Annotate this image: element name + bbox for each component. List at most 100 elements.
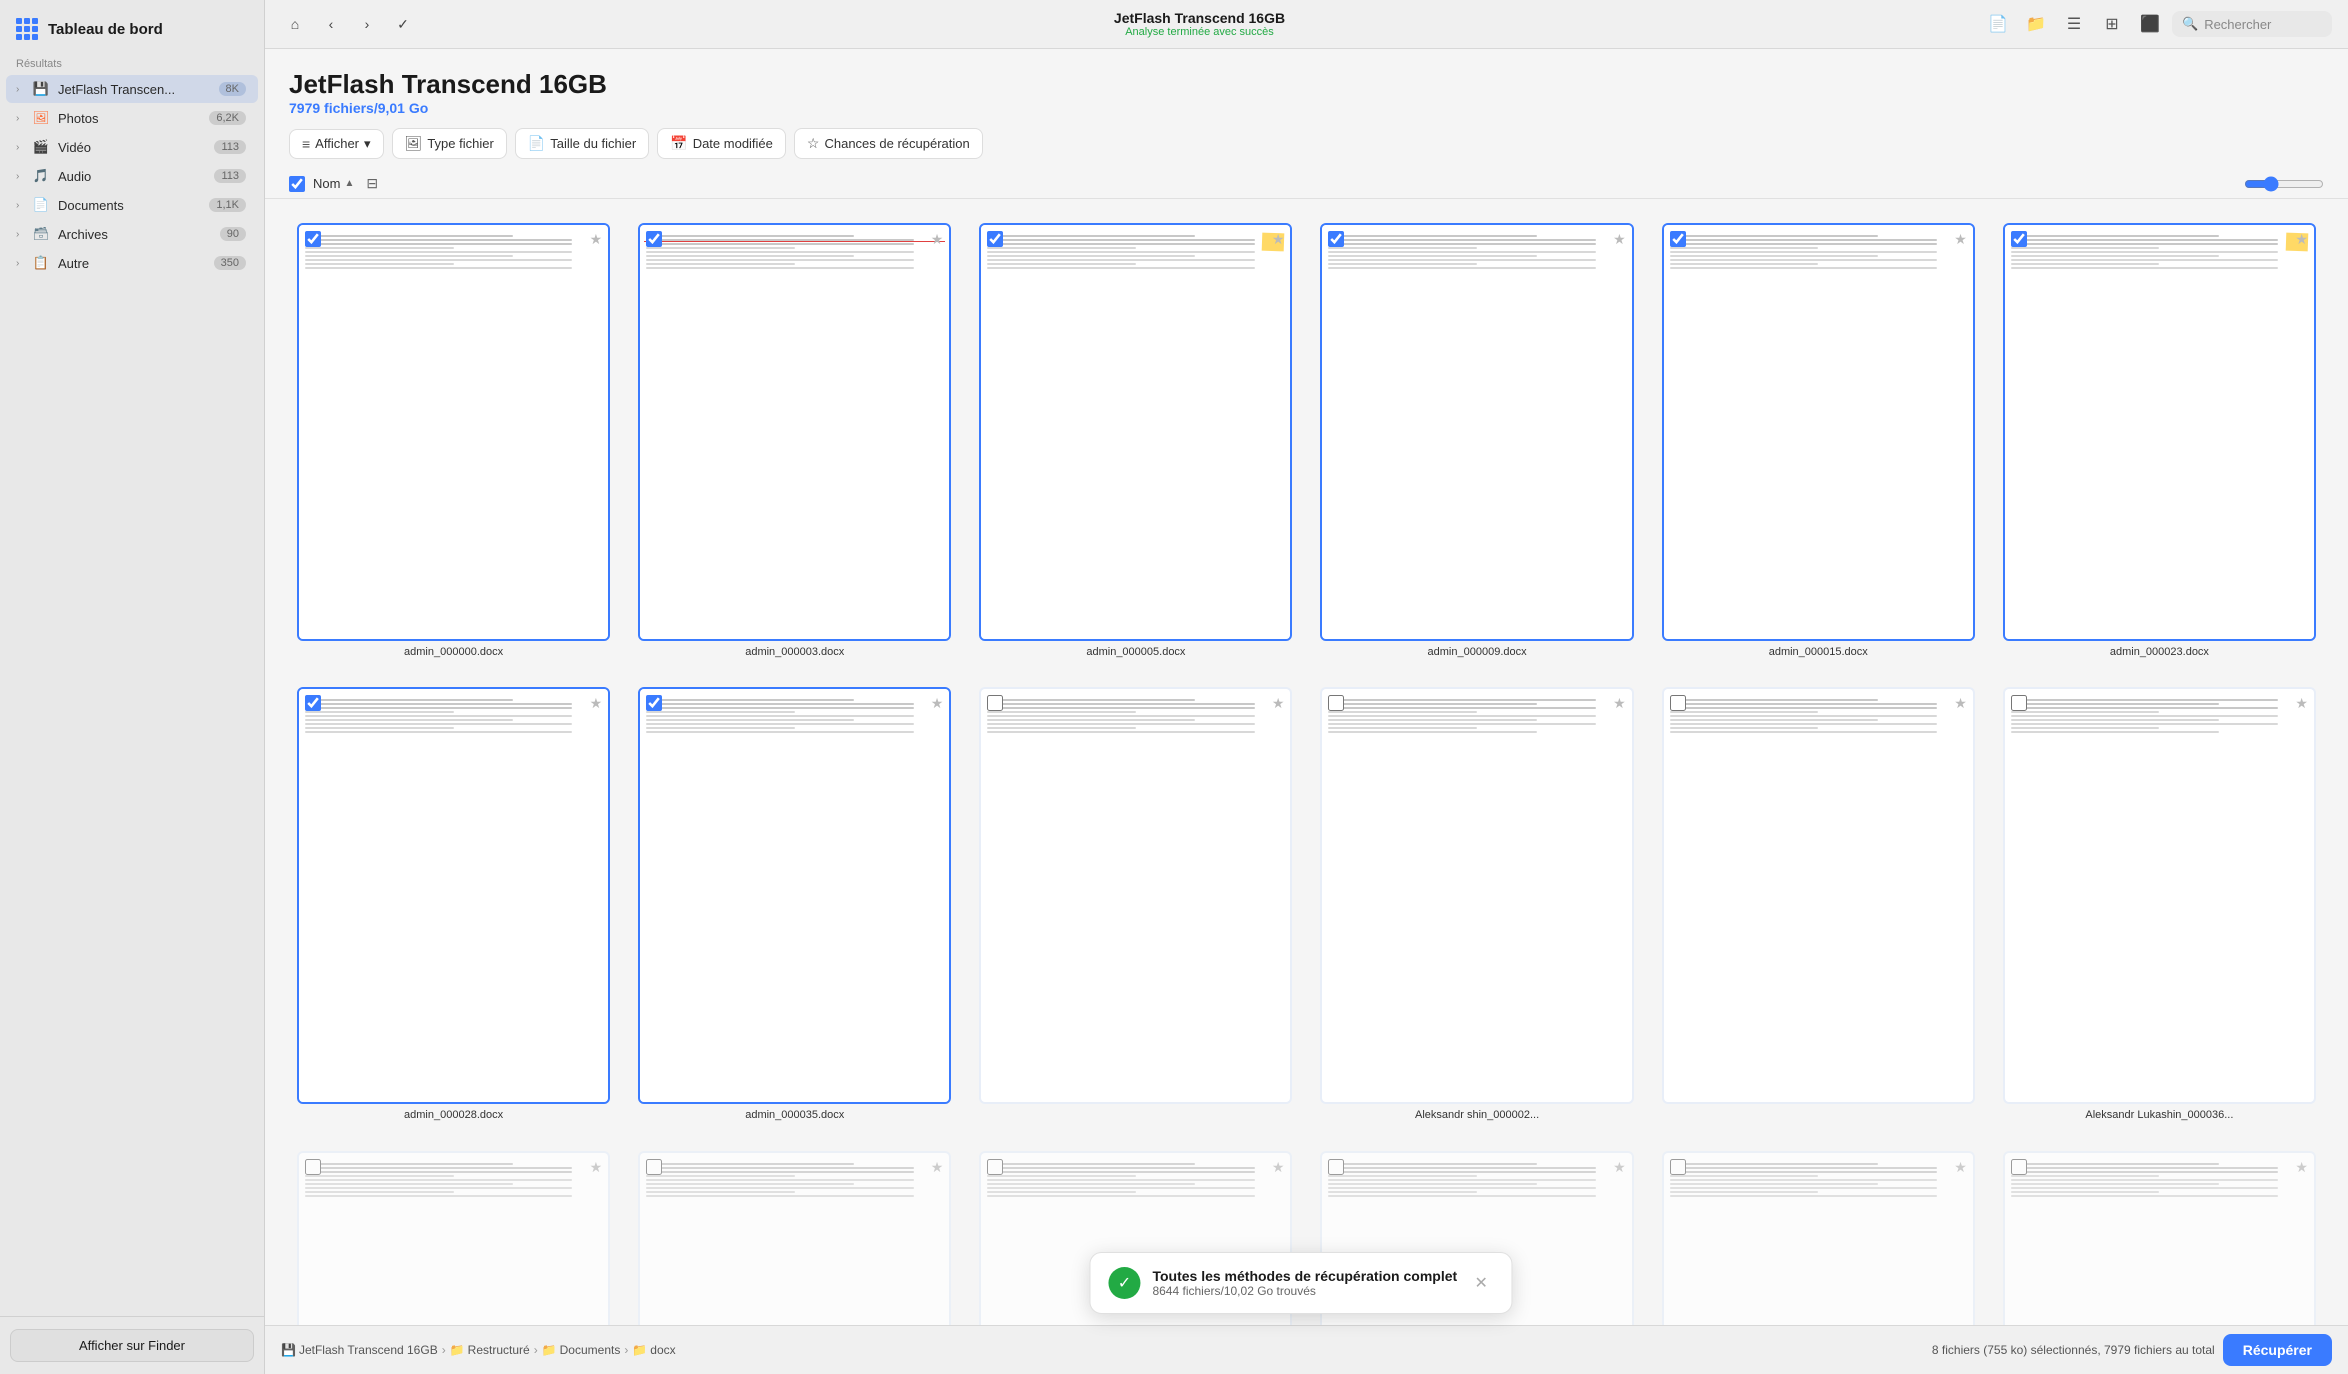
- breadcrumb-sep: ›: [442, 1343, 446, 1357]
- checkmark-button[interactable]: ✓: [389, 10, 417, 38]
- file-checkbox[interactable]: [1670, 1159, 1686, 1175]
- sort-options-icon[interactable]: ⊟: [366, 175, 378, 192]
- toast-close-button[interactable]: ✕: [1469, 1271, 1493, 1295]
- file-checkbox[interactable]: [1328, 695, 1344, 711]
- file-item[interactable]: ★: [1654, 679, 1983, 1131]
- file-checkbox[interactable]: [1328, 231, 1344, 247]
- file-star[interactable]: ★: [590, 231, 603, 248]
- file-star[interactable]: ★: [1613, 695, 1626, 712]
- sidebar-item-other[interactable]: › 📋 Autre 350: [6, 249, 258, 277]
- file-checkbox[interactable]: [1670, 231, 1686, 247]
- zoom-slider[interactable]: [2244, 176, 2324, 192]
- file-star[interactable]: ★: [2295, 695, 2308, 712]
- file-item[interactable]: ★: [289, 1143, 618, 1325]
- file-checkbox[interactable]: [987, 1159, 1003, 1175]
- folder-icon-button[interactable]: 📁: [2020, 8, 2052, 40]
- file-item[interactable]: ★admin_000035.docx: [630, 679, 959, 1131]
- sidebar-item-label: Audio: [58, 169, 210, 184]
- file-item[interactable]: ★Aleksandr Lukashin_000036...: [1995, 679, 2324, 1131]
- file-star[interactable]: ★: [2295, 231, 2308, 248]
- sidebar-item-archives[interactable]: › 🗃 Archives 90: [6, 220, 258, 248]
- file-item[interactable]: ★: [1995, 1143, 2324, 1325]
- file-star[interactable]: ★: [931, 695, 944, 712]
- file-item[interactable]: ★admin_000005.docx: [971, 215, 1300, 667]
- file-star[interactable]: ★: [1272, 695, 1285, 712]
- show-finder-button[interactable]: Afficher sur Finder: [10, 1329, 254, 1362]
- sidebar-toggle-button[interactable]: ⬛: [2134, 8, 2166, 40]
- sort-name-label[interactable]: Nom ▲: [313, 176, 354, 191]
- grid-view-button[interactable]: ⊞: [2096, 8, 2128, 40]
- file-item[interactable]: ★admin_000023.docx: [1995, 215, 2324, 667]
- file-item[interactable]: ★Aleksandr shin_000002...: [1312, 679, 1641, 1131]
- file-checkbox[interactable]: [646, 695, 662, 711]
- file-star[interactable]: ★: [1954, 231, 1967, 248]
- sidebar-item-photos[interactable]: › 🖼 Photos 6,2K: [6, 104, 258, 132]
- sidebar-item-count: 113: [214, 140, 246, 154]
- file-checkbox[interactable]: [305, 695, 321, 711]
- chevron-icon: ›: [16, 258, 30, 269]
- file-item[interactable]: ★: [630, 1143, 959, 1325]
- file-item[interactable]: ★admin_000000.docx: [289, 215, 618, 667]
- file-item[interactable]: ★↗admin_000028.docx: [289, 679, 618, 1131]
- file-item[interactable]: ★↗admin_000003.docx: [630, 215, 959, 667]
- file-checkbox[interactable]: [305, 231, 321, 247]
- file-checkbox[interactable]: [646, 231, 662, 247]
- breadcrumb-docx[interactable]: 📁 docx: [632, 1343, 675, 1357]
- file-star[interactable]: ★: [590, 1159, 603, 1176]
- recover-button[interactable]: Récupérer: [2223, 1334, 2332, 1366]
- sidebar-item-drive[interactable]: › 💾 JetFlash Transcen... 8K: [6, 75, 258, 103]
- type-fichier-button[interactable]: 🖼 Type fichier: [392, 128, 507, 159]
- file-star[interactable]: ★: [1954, 695, 1967, 712]
- file-checkbox[interactable]: [1670, 695, 1686, 711]
- breadcrumb-drive[interactable]: 💾 JetFlash Transcend 16GB: [281, 1343, 438, 1357]
- file-item[interactable]: ★: [971, 679, 1300, 1131]
- video-icon: 🎬: [30, 138, 52, 156]
- file-checkbox[interactable]: [305, 1159, 321, 1175]
- breadcrumb-restructure[interactable]: 📁 Restructuré: [450, 1343, 530, 1357]
- taille-fichier-button[interactable]: 📄 Taille du fichier: [515, 128, 649, 159]
- file-thumbnail-wrapper: ★: [2003, 1151, 2316, 1325]
- file-checkbox[interactable]: [987, 231, 1003, 247]
- forward-button[interactable]: ›: [353, 10, 381, 38]
- file-star[interactable]: ★: [931, 1159, 944, 1176]
- file-star[interactable]: ★: [590, 695, 603, 712]
- select-all-checkbox[interactable]: [289, 176, 305, 192]
- file-thumbnail-wrapper: ★: [2003, 687, 2316, 1105]
- breadcrumb-documents[interactable]: 📁 Documents: [542, 1343, 621, 1357]
- file-thumbnail-wrapper: ★: [297, 223, 610, 641]
- breadcrumb-sep3: ›: [624, 1343, 628, 1357]
- file-checkbox[interactable]: [646, 1159, 662, 1175]
- search-box[interactable]: 🔍 Rechercher: [2172, 11, 2332, 37]
- file-checkbox[interactable]: [1328, 1159, 1344, 1175]
- file-star[interactable]: ★: [1272, 1159, 1285, 1176]
- afficher-button[interactable]: ≡ Afficher ▾: [289, 129, 384, 159]
- sidebar-title: Tableau de bord: [48, 21, 163, 38]
- sidebar-item-video[interactable]: › 🎬 Vidéo 113: [6, 133, 258, 161]
- file-star[interactable]: ★: [2295, 1159, 2308, 1176]
- toast-text: Toutes les méthodes de récupération comp…: [1152, 1268, 1457, 1298]
- list-view-button[interactable]: ☰: [2058, 8, 2090, 40]
- file-checkbox[interactable]: [2011, 231, 2027, 247]
- file-checkbox[interactable]: [2011, 1159, 2027, 1175]
- file-star[interactable]: ★: [1954, 1159, 1967, 1176]
- file-star[interactable]: ★: [1272, 231, 1285, 248]
- toast-subtitle: 8644 fichiers/10,02 Go trouvés: [1152, 1284, 1457, 1298]
- sort-direction-icon: ▲: [344, 178, 354, 189]
- file-star[interactable]: ★: [931, 231, 944, 248]
- toast-title: Toutes les méthodes de récupération comp…: [1152, 1268, 1457, 1284]
- file-checkbox[interactable]: [2011, 695, 2027, 711]
- home-button[interactable]: ⌂: [281, 10, 309, 38]
- chevron-icon: ›: [16, 84, 30, 95]
- file-icon-button[interactable]: 📄: [1982, 8, 2014, 40]
- date-modifiee-button[interactable]: 📅 Date modifiée: [657, 128, 786, 159]
- sidebar-item-audio[interactable]: › 🎵 Audio 113: [6, 162, 258, 190]
- file-item[interactable]: ★admin_000015.docx: [1654, 215, 1983, 667]
- back-button[interactable]: ‹: [317, 10, 345, 38]
- file-star[interactable]: ★: [1613, 1159, 1626, 1176]
- file-item[interactable]: ★admin_000009.docx: [1312, 215, 1641, 667]
- file-star[interactable]: ★: [1613, 231, 1626, 248]
- file-checkbox[interactable]: [987, 695, 1003, 711]
- sidebar-item-documents[interactable]: › 📄 Documents 1,1K: [6, 191, 258, 219]
- chances-button[interactable]: ☆ Chances de récupération: [794, 128, 983, 159]
- file-item[interactable]: ★: [1654, 1143, 1983, 1325]
